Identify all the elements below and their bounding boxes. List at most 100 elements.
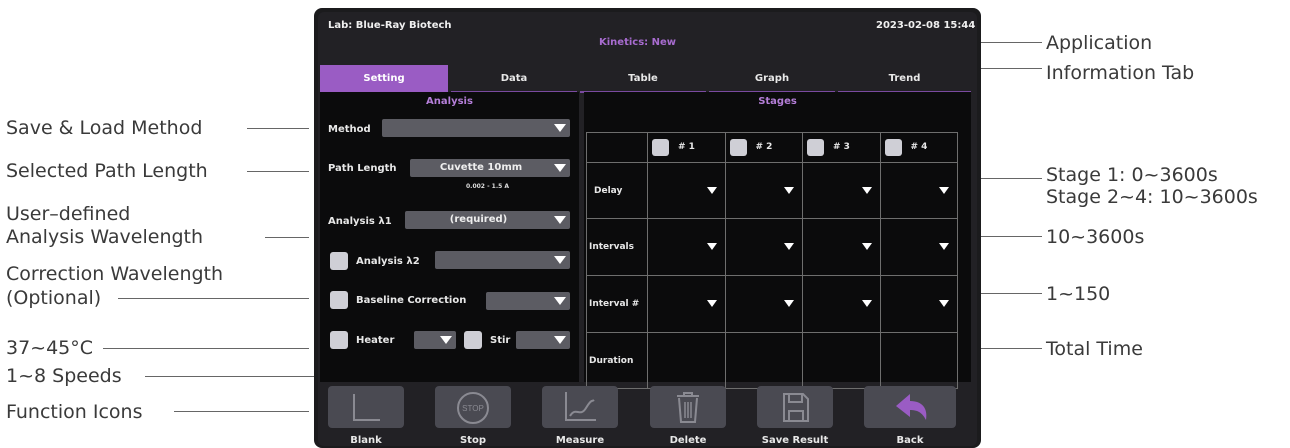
stage-column-4[interactable]: # 4 bbox=[879, 132, 958, 163]
chevron-down-icon bbox=[784, 300, 794, 307]
stage-column-3[interactable]: # 3 bbox=[802, 132, 881, 163]
date-time: 2023-02-08 15:44 bbox=[876, 20, 976, 31]
intervals-cell[interactable] bbox=[724, 218, 803, 276]
stir-label: Stir bbox=[490, 335, 511, 346]
delay-cell[interactable] bbox=[802, 162, 881, 219]
tab-setting[interactable]: Setting bbox=[320, 65, 448, 93]
interval-count-cell[interactable] bbox=[879, 275, 958, 333]
stage-checkbox[interactable] bbox=[652, 138, 669, 156]
annotation-interval-count: 1~150 bbox=[1046, 283, 1111, 305]
path-length-label: Path Length bbox=[328, 163, 397, 174]
annotation-path-length: Selected Path Length bbox=[6, 160, 208, 182]
intervals-cell[interactable] bbox=[879, 218, 958, 276]
save-result-label: Save Result bbox=[761, 435, 829, 446]
delay-cell[interactable] bbox=[647, 162, 726, 219]
stop-label: Stop bbox=[459, 435, 486, 446]
stages-corner-cell bbox=[586, 132, 648, 163]
delay-cell[interactable] bbox=[879, 162, 958, 219]
chevron-down-icon bbox=[554, 216, 566, 224]
stir-checkbox[interactable] bbox=[464, 331, 482, 349]
leader-line bbox=[118, 298, 309, 299]
row-label-intervals: Intervals bbox=[586, 218, 648, 276]
tab-trend[interactable]: Trend bbox=[838, 65, 971, 93]
save-result-button[interactable] bbox=[757, 386, 833, 428]
back-button[interactable] bbox=[864, 386, 956, 428]
duration-cell bbox=[724, 332, 803, 389]
interval-count-cell[interactable] bbox=[647, 275, 726, 333]
tab-data[interactable]: Data bbox=[451, 65, 577, 93]
heater-dropdown[interactable] bbox=[414, 331, 456, 349]
baseline-correction-label: Baseline Correction bbox=[356, 295, 467, 306]
analysis-lambda2-checkbox[interactable] bbox=[330, 252, 348, 270]
annotation-optional: (Optional) bbox=[6, 287, 102, 309]
chevron-down-icon bbox=[554, 124, 566, 132]
row-label-duration: Duration bbox=[586, 332, 648, 389]
path-length-dropdown[interactable]: Cuvette 10mm bbox=[410, 159, 570, 177]
delay-cell[interactable] bbox=[724, 162, 803, 219]
leader-line bbox=[972, 236, 1042, 237]
chevron-down-icon bbox=[861, 300, 872, 307]
leader-line bbox=[247, 128, 309, 129]
path-length-value: Cuvette 10mm bbox=[439, 162, 523, 173]
duration-cell bbox=[879, 332, 958, 389]
chevron-down-icon bbox=[554, 256, 566, 264]
chevron-down-icon bbox=[939, 186, 949, 194]
measure-button[interactable] bbox=[542, 386, 618, 428]
blank-icon bbox=[353, 394, 380, 421]
analysis-lambda2-label: Analysis λ2 bbox=[356, 256, 420, 267]
method-label: Method bbox=[328, 124, 371, 135]
delete-icon bbox=[677, 392, 699, 423]
stage-column-label: # 3 bbox=[833, 141, 850, 152]
delete-button[interactable] bbox=[650, 386, 726, 428]
stage-checkbox[interactable] bbox=[729, 138, 747, 156]
back-icon bbox=[896, 394, 927, 420]
chevron-down-icon bbox=[706, 300, 717, 307]
chevron-down-icon bbox=[939, 300, 949, 307]
annotation-stage-2-4: Stage 2~4: 10~3600s bbox=[1046, 186, 1258, 208]
leader-line bbox=[972, 348, 1042, 349]
stir-dropdown[interactable] bbox=[516, 331, 570, 349]
leader-line bbox=[972, 178, 1042, 179]
leader-line bbox=[247, 171, 309, 172]
stage-checkbox[interactable] bbox=[884, 138, 902, 156]
stage-column-2[interactable]: # 2 bbox=[724, 132, 803, 163]
baseline-correction-dropdown[interactable] bbox=[486, 292, 570, 310]
annotation-correction-wavelength: Correction Wavelength bbox=[6, 263, 224, 285]
stages-table: # 1 # 2 # 3 # 4 Delay Intervals Interval… bbox=[586, 132, 958, 389]
device-screen: Lab: Blue-Ray Biotech 2023-02-08 15:44 K… bbox=[318, 12, 977, 446]
save-icon bbox=[783, 393, 809, 422]
chevron-down-icon bbox=[554, 336, 566, 344]
annotation-analysis-wavelength: Analysis Wavelength bbox=[6, 226, 204, 248]
annotation-function-icons: Function Icons bbox=[6, 401, 143, 423]
leader-line bbox=[103, 348, 309, 349]
blank-button[interactable] bbox=[328, 386, 404, 428]
measure-label: Measure bbox=[555, 435, 605, 446]
leader-line bbox=[972, 293, 1042, 294]
stage-column-label: # 2 bbox=[755, 141, 773, 152]
chevron-down-icon bbox=[939, 243, 949, 250]
interval-count-cell[interactable] bbox=[724, 275, 803, 333]
duration-cell bbox=[802, 332, 881, 389]
tab-table[interactable]: Table bbox=[580, 65, 706, 93]
stop-button[interactable]: STOP bbox=[435, 386, 511, 428]
analysis-lambda2-dropdown[interactable] bbox=[435, 251, 570, 269]
heater-checkbox[interactable] bbox=[330, 331, 348, 349]
method-dropdown[interactable] bbox=[382, 119, 570, 137]
chevron-down-icon bbox=[861, 243, 872, 250]
row-label-interval-count: Interval # bbox=[586, 275, 648, 333]
tab-graph[interactable]: Graph bbox=[709, 65, 835, 93]
stage-checkbox[interactable] bbox=[807, 138, 824, 156]
interval-count-cell[interactable] bbox=[802, 275, 881, 333]
application-name: Kinetics: New bbox=[599, 37, 677, 48]
intervals-cell[interactable] bbox=[647, 218, 726, 276]
annotation-total-time: Total Time bbox=[1046, 338, 1143, 360]
chevron-down-icon bbox=[554, 297, 566, 305]
analysis-lambda1-dropdown[interactable]: (required) bbox=[405, 211, 570, 229]
analysis-lambda1-value: (required) bbox=[449, 214, 508, 225]
intervals-cell[interactable] bbox=[802, 218, 881, 276]
chevron-down-icon bbox=[784, 243, 794, 250]
chevron-down-icon bbox=[440, 336, 452, 344]
baseline-correction-checkbox[interactable] bbox=[330, 291, 348, 309]
row-label-delay: Delay bbox=[586, 162, 648, 219]
stage-column-1[interactable]: # 1 bbox=[647, 132, 726, 163]
